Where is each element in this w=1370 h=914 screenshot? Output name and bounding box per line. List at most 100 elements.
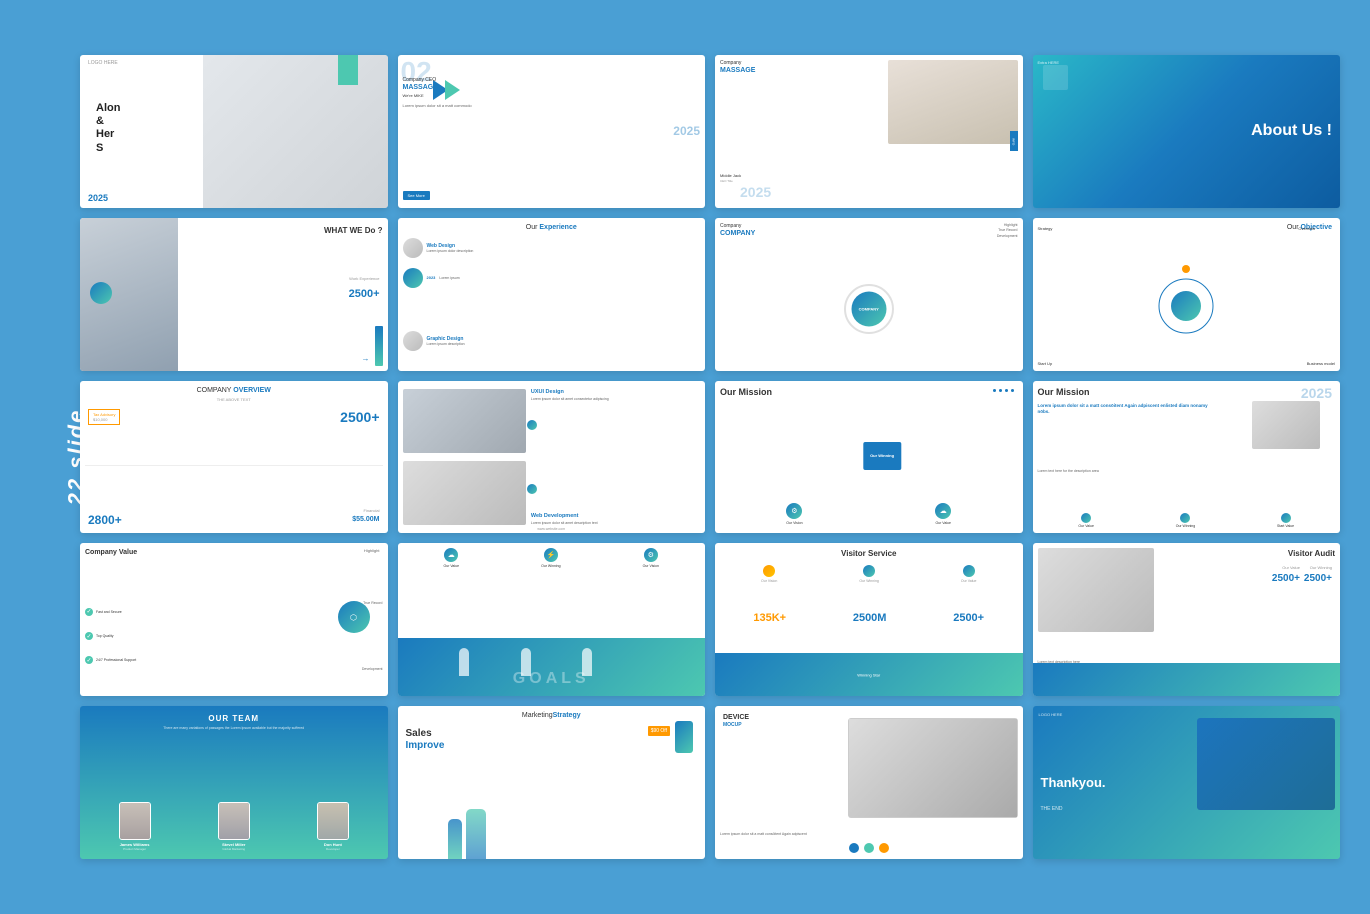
slide-19[interactable]: DEVICE MOCUP Lorem ipsum dolor sit a mat… (715, 706, 1023, 859)
slide-3-tag: INFO (1010, 131, 1018, 151)
slide-4-deco (1043, 65, 1068, 90)
slide-1-logo: LOGO HERE (88, 60, 118, 66)
slide-7-circle-inner: COMPANY (851, 292, 886, 327)
slide-13-development: Development (362, 667, 383, 671)
slide-12-year: 2025 (1301, 386, 1332, 401)
slide-2-see-more[interactable]: See More (403, 191, 430, 200)
slide-11-icons: ⚙ Our Vision ☁ Our Value (720, 503, 1018, 525)
slide-9-num1: 2500+ (340, 409, 379, 425)
slide-7[interactable]: Company COMPANY COMPANY HighlightTrue Re… (715, 218, 1023, 371)
slide-5-arrow: → (362, 354, 370, 363)
slide-16[interactable]: Visitor Audit Our Winning Our Value 2500… (1033, 543, 1341, 696)
slide-1[interactable]: LOGO HERE Alon & Her S 2025 (80, 55, 388, 208)
slide-7-company: Company (720, 223, 741, 229)
slide-16-value-label: Our Value (1282, 565, 1300, 570)
slide-10-img1 (403, 389, 526, 453)
slide-6-title: Our Experience (526, 224, 577, 231)
slide-6-item3: Graphic Design Lorem ipsum description (403, 331, 701, 351)
slide-18-title: MarketingStrategy (522, 712, 581, 719)
slide-20-thankyou: Thankyou. (1041, 775, 1106, 789)
slide-15-stats: Our Vision Our Winning Our Value (720, 565, 1018, 583)
slide-2-year: 2025 (673, 124, 700, 138)
slide-12-body: Lorem text here for the description area (1038, 469, 1336, 474)
slide-13-true-record: True Record (363, 601, 382, 605)
slide-9-fin-value: $55.00M (352, 516, 379, 523)
slide-16-footer (1033, 663, 1341, 697)
slide-12[interactable]: Our Mission 2025 Lorem ipsum dolor sit a… (1033, 381, 1341, 534)
slide-18-figure (448, 819, 462, 859)
slide-9-subtitle: THE ABOVE TEXT (217, 397, 251, 402)
slide-11-blue-box: Our Winning (863, 442, 901, 470)
slide-18[interactable]: MarketingStrategy Sales Improve $90 Off (398, 706, 706, 859)
slide-14[interactable]: ☁ Our Value ⚡ Our Winning ⚙ Our Vision G… (398, 543, 706, 696)
slide-15-footer: Winning Star (715, 653, 1023, 696)
slide-6-item1: Web Design Lorem ipsum dolor description (403, 238, 701, 258)
slide-5-stat-value: 2500+ (349, 288, 380, 300)
slide-5[interactable]: WHAT WE Do ? Work Experience 2500+ → (80, 218, 388, 371)
slide-19-description: Lorem ipsum dolor sit a matt consöitent … (720, 832, 849, 837)
slide-15-title: Visitor Service (841, 549, 896, 558)
slide-18-phone (675, 721, 693, 753)
slide-3-role: CEO Title (720, 179, 733, 183)
slide-8-dot1 (1182, 265, 1190, 273)
slide-14-figure1 (459, 648, 469, 676)
slide-5-stat-label: Work Experience (349, 276, 379, 281)
slide-9-title: COMPANY OVERVIEW (197, 387, 271, 394)
slide-9[interactable]: COMPANY OVERVIEW THE ABOVE TEXT Tax Advi… (80, 381, 388, 534)
slide-9-stat-box: Tax Advisory $10,000 (88, 409, 120, 425)
slide-6[interactable]: Our Experience Web Design Lorem ipsum do… (398, 218, 706, 371)
slide-14-figure2 (521, 648, 531, 676)
slide-11[interactable]: Our Mission Our Winning ⚙ Our Vision ☁ O… (715, 381, 1023, 534)
slide-18-discount: $90 Off (648, 726, 670, 736)
slide-10-section1: UXUI Design Lorem ipsum dolor sit amet c… (531, 389, 700, 402)
slide-16-title: Visitor Audit (1288, 549, 1335, 558)
slide-10-section2: Web Development Lorem ipsum dolor sit am… (531, 513, 700, 526)
slide-11-title: Our Mission (720, 387, 772, 397)
slide-7-labels: HighlightTrue RecordDevelopment (997, 223, 1018, 240)
slide-3-company: Company (720, 60, 741, 66)
slide-6-item2: 2023 Lorem ipsum (403, 268, 701, 288)
slide-19-title: DEVICE (723, 714, 749, 721)
slide-15[interactable]: Visitor Service Our Vision Our Winning O… (715, 543, 1023, 696)
slide-3-title: MASSAGE (720, 67, 755, 74)
slide-1-accent (338, 55, 358, 85)
slide-13-check3: ✓ 24/7 Professional Support (85, 656, 136, 664)
slide-8[interactable]: Our Objective Strategy Overview Start Up… (1033, 218, 1341, 371)
slide-20-laptop (1197, 718, 1335, 810)
slide-2-arrow (433, 75, 473, 105)
slide-4-title: About Us ! (1251, 122, 1332, 140)
slide-8-label2: Overview (1298, 226, 1315, 231)
slide-13-check2: ✓ Top Quality (85, 632, 114, 640)
slide-13[interactable]: Company Value Highlight ⬡ True Record De… (80, 543, 388, 696)
slide-20-subtitle: THE END (1041, 806, 1063, 812)
slide-17-team: James Williams Product Manager Stevel Mi… (85, 802, 383, 851)
slide-16-photo (1038, 548, 1155, 632)
slide-8-label1: Strategy (1038, 226, 1053, 231)
slide-17-title: OUR TEAM (208, 714, 259, 723)
slide-13-highlight: Highlight (364, 548, 380, 553)
slide-17-subtitle: There are many variations of passages th… (163, 726, 304, 730)
slide-11-dots (993, 389, 1015, 392)
slide-10-circle2 (527, 484, 537, 494)
slide-9-num2: 2800+ (88, 513, 122, 527)
slide-5-circle (90, 282, 112, 304)
slide-2[interactable]: 02 Company CEO MASSAGE We're MIKE Lorem … (398, 55, 706, 208)
slide-20[interactable]: LOGO HERE Thankyou. THE END (1033, 706, 1341, 859)
slide-10-circle1 (527, 420, 537, 430)
slide-12-bottom-labels: Our Value Our Winning Start Value (1038, 513, 1336, 528)
slide-7-title: COMPANY (720, 230, 755, 237)
slide-16-winning-label: Our Winning (1310, 565, 1332, 570)
slide-8-orbit-inner (1171, 291, 1201, 321)
slide-4[interactable]: Extra HERE About Us ! (1033, 55, 1341, 208)
slide-3[interactable]: Company MASSAGE Middle Jack CEO Title 20… (715, 55, 1023, 208)
slide-18-improve: Improve (406, 740, 445, 751)
slide-13-check1: ✓ Fast and Secure (85, 608, 122, 616)
slide-10[interactable]: UXUI Design Lorem ipsum dolor sit amet c… (398, 381, 706, 534)
slide-19-laptop (848, 718, 1017, 817)
slide-2-body: Lorem ipsum dolor sit a matt commodo (403, 103, 686, 108)
slide-20-logo: LOGO HERE (1039, 712, 1063, 717)
slide-12-photo (1252, 401, 1320, 450)
slide-1-bg (203, 55, 388, 208)
slide-9-divider (85, 465, 383, 466)
slide-17[interactable]: OUR TEAM There are many variations of pa… (80, 706, 388, 859)
